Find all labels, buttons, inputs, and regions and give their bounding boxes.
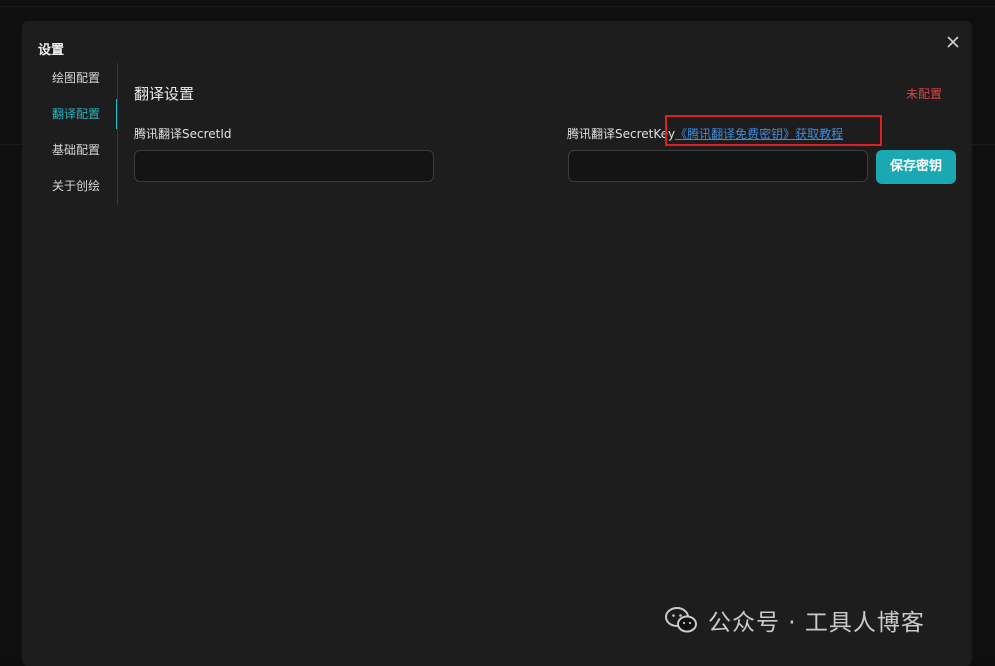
sidebar-item-label: 翻译配置 — [52, 107, 101, 121]
save-key-button[interactable]: 保存密钥 — [876, 150, 956, 184]
secret-key-label: 腾讯翻译SecretKey — [567, 127, 676, 141]
sidebar-item-label: 基础配置 — [52, 143, 101, 157]
modal-title: 设置 — [38, 43, 65, 58]
watermark-text: 公众号 · 工具人博客 — [708, 610, 925, 636]
close-icon — [947, 36, 959, 48]
sidebar-item-label: 关于创绘 — [52, 179, 101, 193]
close-button[interactable] — [942, 31, 964, 53]
sidebar-item-drawing-config[interactable]: 绘图配置 — [22, 63, 117, 93]
sidebar-item-basic-config[interactable]: 基础配置 — [22, 135, 117, 165]
secret-id-label: 腾讯翻译SecretId — [134, 127, 232, 141]
secret-id-input[interactable] — [134, 150, 434, 182]
settings-sidebar: 绘图配置 翻译配置 基础配置 关于创绘 — [22, 63, 118, 205]
sidebar-item-translation-config[interactable]: 翻译配置 — [22, 99, 118, 129]
section-title: 翻译设置 — [134, 85, 195, 103]
sidebar-divider — [117, 63, 118, 205]
tutorial-link[interactable]: 《腾讯翻译免费密钥》获取教程 — [675, 127, 843, 141]
secret-key-label-row: 腾讯翻译SecretKey《腾讯翻译免费密钥》获取教程 — [567, 125, 843, 142]
settings-modal: 设置 绘图配置 翻译配置 基础配置 关于创绘 翻译设置 未配置 腾讯翻译Secr… — [22, 21, 972, 666]
secret-key-input[interactable] — [568, 150, 868, 182]
status-badge: 未配置 — [906, 87, 943, 101]
sidebar-item-about[interactable]: 关于创绘 — [22, 171, 117, 201]
backdrop-divider-top — [0, 6, 995, 7]
sidebar-item-label: 绘图配置 — [52, 71, 101, 85]
wechat-icon — [665, 607, 697, 633]
watermark: 公众号 · 工具人博客 — [664, 603, 925, 637]
